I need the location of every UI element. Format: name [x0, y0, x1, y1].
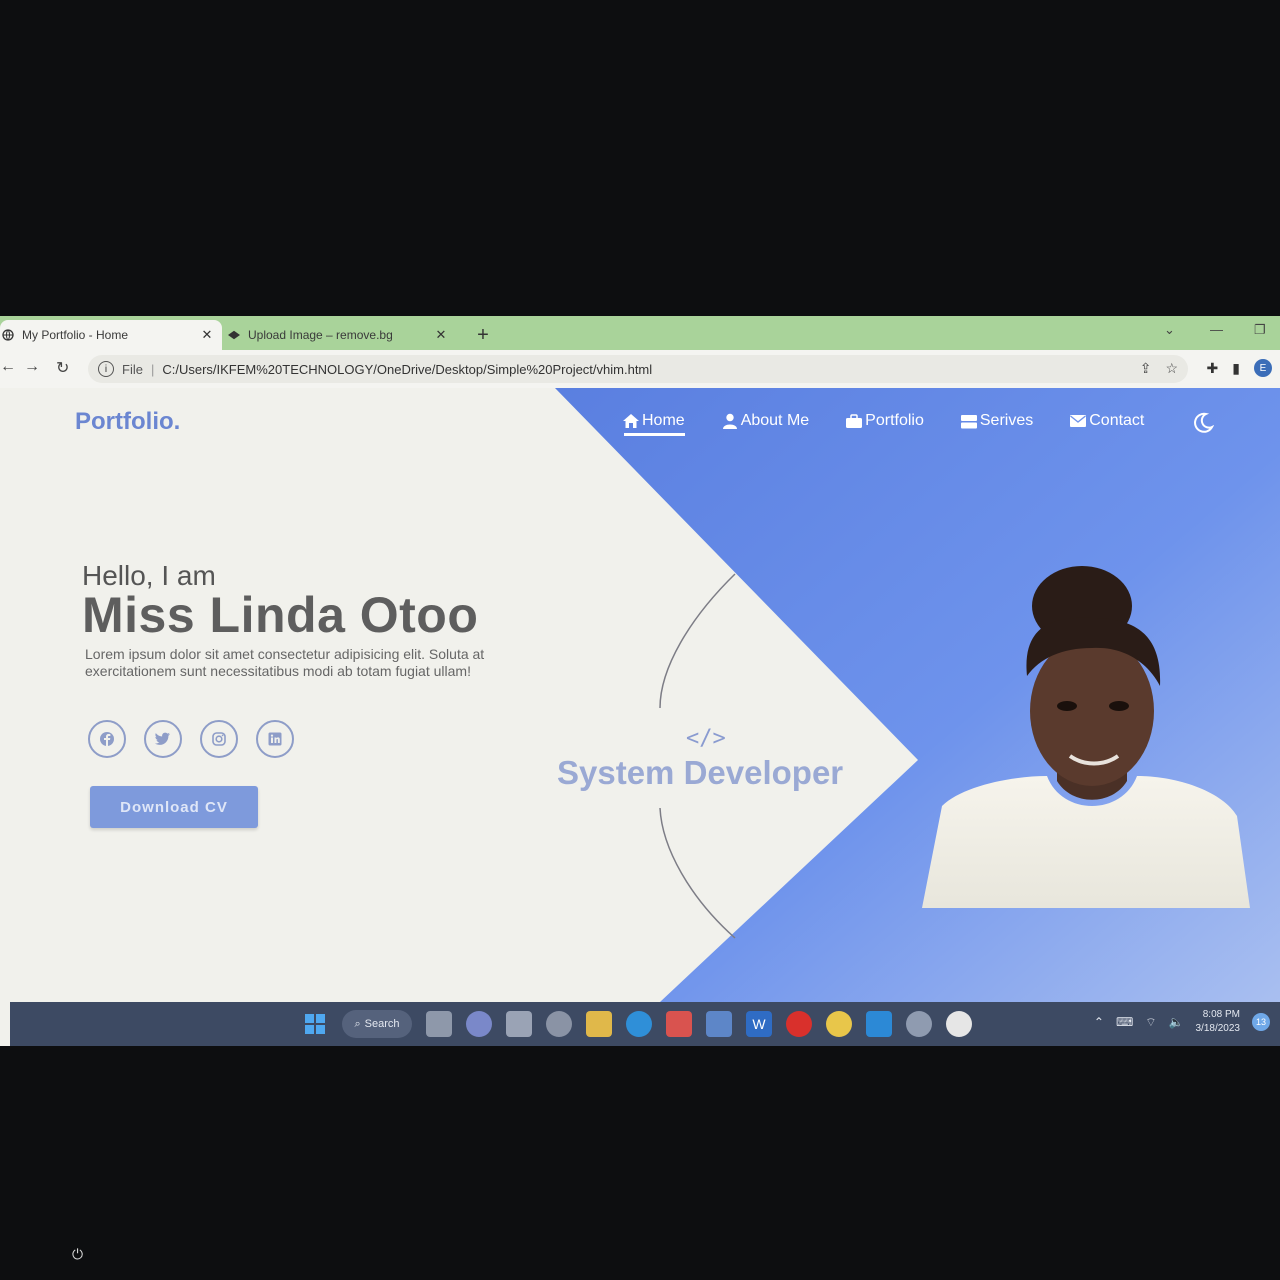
settings-gear-icon[interactable] — [906, 1011, 932, 1037]
social-links — [88, 720, 294, 758]
taskbar-apps: ⌕ Search W — [302, 1010, 972, 1038]
server-icon — [960, 413, 978, 429]
instagram-icon[interactable] — [200, 720, 238, 758]
monitor-power-icon: ⏻ — [72, 1246, 84, 1262]
info-icon[interactable]: i — [98, 361, 114, 377]
globe-icon — [2, 329, 14, 341]
store-icon[interactable] — [506, 1011, 532, 1037]
nav-label: Home — [642, 412, 685, 429]
maximize-icon[interactable]: ❐ — [1254, 322, 1266, 338]
removebg-icon — [228, 329, 240, 341]
browser-tab-strip: My Portfolio - Home ✕ Upload Image – rem… — [0, 316, 1280, 350]
chat-icon[interactable] — [466, 1011, 492, 1037]
search-icon: ⌕ — [354, 1017, 361, 1030]
hero-bio: Lorem ipsum dolor sit amet consectetur a… — [85, 646, 485, 679]
brand-dot: . — [173, 408, 181, 435]
site-logo[interactable]: Portfolio. — [75, 408, 180, 436]
facebook-icon[interactable] — [88, 720, 126, 758]
clock-time: 8:08 PM — [1202, 1009, 1240, 1020]
url-text[interactable]: C:/Users/IKFEM%20TECHNOLOGY/OneDrive/Des… — [162, 362, 652, 377]
main-nav: Home About Me Portfolio Serives Contact — [622, 412, 1180, 436]
chrome-icon[interactable] — [946, 1011, 972, 1037]
close-tab-icon[interactable]: ✕ — [198, 327, 216, 343]
nav-label: Portfolio — [865, 412, 924, 429]
taskbar-search[interactable]: ⌕ Search — [342, 1010, 412, 1038]
home-icon — [622, 413, 640, 429]
tab-label: My Portfolio - Home — [22, 328, 129, 342]
back-icon[interactable]: ← — [0, 358, 16, 376]
reload-icon[interactable]: ↻ — [56, 358, 69, 378]
search-label: Search — [364, 1018, 400, 1030]
tab-my-portfolio[interactable]: My Portfolio - Home ✕ — [0, 320, 222, 350]
nav-contact[interactable]: Contact — [1069, 412, 1144, 430]
nav-label: Serives — [979, 412, 1034, 429]
profile-avatar[interactable]: E — [1254, 359, 1272, 377]
code-icon: </> — [686, 726, 726, 751]
task-view-icon[interactable] — [426, 1011, 452, 1037]
edge-icon[interactable] — [626, 1011, 652, 1037]
address-bar[interactable]: i File | C:/Users/IKFEM%20TECHNOLOGY/One… — [88, 355, 1188, 383]
word-icon[interactable]: W — [746, 1011, 772, 1037]
clock[interactable]: 8:08 PM 3/18/2023 — [1196, 1008, 1241, 1036]
tab-remove-bg[interactable]: Upload Image – remove.bg ✕ — [226, 320, 456, 350]
clock-date: 3/18/2023 — [1195, 1023, 1241, 1034]
side-panel-icon[interactable]: ▮ — [1232, 360, 1240, 377]
wifi-icon[interactable]: ⌔ — [1145, 1015, 1156, 1030]
user-icon — [721, 413, 739, 429]
new-tab-button[interactable]: + — [470, 322, 496, 348]
extensions-icon[interactable]: ✚ — [1207, 360, 1219, 377]
media-player-icon[interactable] — [666, 1011, 692, 1037]
nav-home[interactable]: Home — [622, 412, 685, 436]
url-scheme: File — [122, 361, 143, 377]
nav-services[interactable]: Serives — [960, 412, 1033, 430]
minimize-icon[interactable]: — — [1210, 322, 1223, 337]
nav-portfolio[interactable]: Portfolio — [845, 412, 924, 430]
notification-badge[interactable]: 13 — [1252, 1013, 1270, 1031]
toolbar-icons: ✚ ▮ E — [1207, 359, 1272, 377]
windows-taskbar: ⌕ Search W ⌃ ⌨ ⌔ 🔈 8:08 PM 3/18/2023 13 — [10, 1002, 1280, 1046]
twitter-icon[interactable] — [144, 720, 182, 758]
download-cv-button[interactable]: Download CV — [90, 786, 258, 828]
hero-role: System Developer — [557, 754, 844, 791]
opera-icon[interactable] — [786, 1011, 812, 1037]
brand-text: Portfolio — [75, 408, 174, 435]
hero-name: Miss Linda Otoo — [82, 587, 479, 643]
mail-icon[interactable] — [706, 1011, 732, 1037]
moon-icon[interactable] — [1192, 412, 1215, 439]
volume-icon[interactable]: 🔈 — [1169, 1015, 1184, 1029]
vscode-icon[interactable] — [866, 1011, 892, 1037]
envelope-icon — [1069, 413, 1087, 429]
share-icon[interactable]: ⇪ — [1140, 360, 1152, 377]
chrome-canary-icon[interactable] — [826, 1011, 852, 1037]
url-separator: | — [150, 361, 155, 377]
briefcase-icon — [845, 413, 863, 429]
tab-search-chevron-icon[interactable]: ⌄ — [1164, 322, 1175, 338]
tab-label: Upload Image – remove.bg — [248, 328, 393, 342]
portfolio-page: Portfolio. Home About Me Portfolio Seriv… — [0, 388, 1280, 1002]
close-tab-icon[interactable]: ✕ — [432, 327, 450, 343]
bookmark-star-icon[interactable]: ☆ — [1165, 360, 1178, 377]
chevron-up-icon[interactable]: ⌃ — [1094, 1015, 1104, 1029]
nav-label: About Me — [740, 412, 810, 429]
widget-icon[interactable] — [546, 1011, 572, 1037]
nav-label: Contact — [1089, 412, 1145, 429]
omnibox-actions: ⇪ ☆ — [1140, 360, 1178, 377]
system-tray: ⌃ ⌨ ⌔ 🔈 8:08 PM 3/18/2023 13 — [1094, 1008, 1270, 1036]
browser-toolbar: ← → ↻ i File | C:/Users/IKFEM%20TECHNOLO… — [0, 350, 1280, 389]
forward-icon[interactable]: → — [24, 358, 40, 376]
linkedin-icon[interactable] — [256, 720, 294, 758]
nav-about-me[interactable]: About Me — [721, 412, 809, 430]
keyboard-icon[interactable]: ⌨ — [1116, 1015, 1133, 1029]
monitor-screen: My Portfolio - Home ✕ Upload Image – rem… — [0, 316, 1280, 1046]
file-explorer-icon[interactable] — [586, 1011, 612, 1037]
profile-photo — [922, 566, 1252, 917]
windows-start-icon[interactable] — [302, 1011, 328, 1037]
